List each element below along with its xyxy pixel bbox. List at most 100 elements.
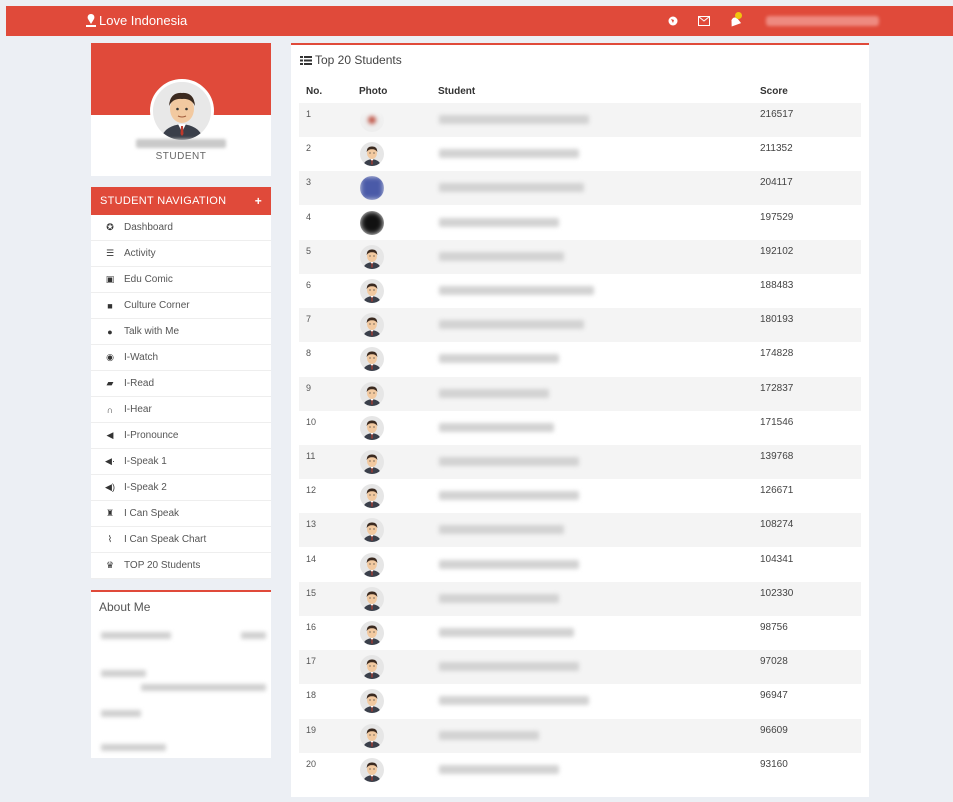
nav-item-label: I Can Speak — [124, 508, 180, 519]
profile-role: STUDENT — [155, 151, 207, 162]
student-photo — [360, 586, 384, 611]
rank-number: 18 — [306, 690, 317, 701]
nav-item[interactable]: ∩ I-Hear — [91, 397, 271, 423]
student-name-redacted — [439, 354, 559, 364]
student-photo — [360, 210, 384, 235]
student-name-redacted — [439, 115, 589, 124]
student-photo — [360, 450, 384, 474]
student-score: 171546 — [760, 416, 794, 428]
student-name-redacted — [439, 628, 574, 637]
dashboard-icon: ✪ — [106, 222, 114, 232]
nav-item[interactable]: ▣ Edu Comic — [91, 267, 271, 293]
picture-icon: ▣ — [105, 274, 115, 284]
panel-title-text: Top 20 Students — [315, 53, 402, 67]
student-name-redacted — [439, 730, 539, 740]
student-name-redacted — [439, 457, 579, 466]
user-menu[interactable] — [766, 16, 879, 26]
nav-item[interactable]: ⌇ I Can Speak Chart — [91, 527, 271, 553]
nav-item-label: Talk with Me — [124, 326, 180, 337]
nav-item-label: I Can Speak Chart — [124, 534, 207, 545]
student-photo — [360, 108, 384, 132]
nav-item[interactable]: ✪ Dashboard — [91, 215, 271, 241]
nav-item[interactable]: ♛ TOP 20 Students — [91, 553, 271, 579]
table-row: 18 96947 — [299, 684, 861, 718]
trophy-icon: ♜ — [105, 508, 115, 518]
rank-number: 16 — [306, 622, 317, 632]
student-photo — [360, 279, 384, 303]
about-redacted-line — [101, 632, 171, 639]
nav-item-label: Edu Comic — [124, 274, 173, 285]
rank-number: 15 — [306, 587, 317, 598]
student-photo — [360, 347, 384, 372]
rank-number: 13 — [306, 519, 317, 530]
nav-item[interactable]: ▰ I-Read — [91, 371, 271, 397]
table-row: 19 96609 — [299, 718, 861, 753]
student-score: 204117 — [760, 177, 793, 189]
nav-header[interactable]: STUDENT NAVIGATION + — [91, 187, 271, 215]
student-photo — [360, 313, 384, 338]
table-row: 1 216517 — [299, 103, 861, 137]
table-icon — [300, 55, 312, 65]
profile-card: STUDENT — [91, 43, 271, 176]
rank-number: 4 — [306, 211, 312, 222]
profile-avatar — [150, 79, 214, 143]
nav-item[interactable]: ♜ I Can Speak — [91, 501, 271, 527]
brand-name: Love Indonesia — [99, 13, 188, 28]
about-redacted-line — [101, 744, 166, 751]
nav-item-label: I-Hear — [124, 404, 152, 415]
nav-item[interactable]: ◀ I-Pronounce — [91, 423, 271, 449]
student-score: 192102 — [760, 245, 794, 257]
brand-link[interactable]: Love Indonesia — [86, 13, 187, 28]
student-score: 93160 — [760, 758, 788, 770]
nav-item[interactable]: ☰ Activity — [91, 241, 271, 267]
nav-item[interactable]: ◀) I-Speak 2 — [91, 475, 271, 501]
rank-number: 2 — [306, 143, 312, 154]
about-me-panel: About Me — [91, 590, 271, 758]
table-row: 13 108274 — [299, 513, 861, 548]
student-name-redacted — [439, 422, 554, 432]
nav-item[interactable]: ● Talk with Me — [91, 319, 271, 345]
trophy-icon: ♛ — [105, 560, 115, 570]
student-photo — [360, 244, 384, 269]
column-header-no: No. — [306, 86, 323, 97]
student-photo — [360, 723, 384, 748]
list-icon: ☰ — [105, 248, 115, 258]
rank-number: 12 — [306, 485, 317, 496]
speaker-high-icon: ◀) — [105, 482, 115, 492]
rank-number: 7 — [306, 314, 312, 325]
student-navigation: STUDENT NAVIGATION + ✪ Dashboard ☰ Activity… — [91, 187, 271, 579]
nav-list: ✪ Dashboard ☰ Activity ▣ Edu Comic ■ Culture Co… — [91, 215, 271, 579]
student-name-redacted — [439, 320, 584, 330]
rank-number: 5 — [306, 245, 312, 256]
rank-number: 10 — [306, 416, 317, 427]
mail-icon[interactable] — [697, 14, 711, 28]
top-students-panel: Top 20 Students No. Photo Student Score … — [291, 43, 869, 797]
student-score: 172837 — [760, 382, 794, 394]
globe-icon[interactable] — [666, 14, 680, 28]
student-score: 96947 — [760, 690, 788, 702]
nav-item-label: I-Read — [124, 378, 155, 389]
table-row: 5 192102 — [299, 239, 861, 274]
table-row: 8 174828 — [299, 342, 861, 376]
chat-icon: ● — [107, 326, 113, 337]
student-photo — [360, 142, 384, 167]
eye-icon: ◉ — [106, 352, 114, 362]
nav-item[interactable]: ◉ I-Watch — [91, 345, 271, 371]
table-row: 6 188483 — [299, 274, 861, 308]
rank-number: 19 — [306, 724, 317, 735]
table-row: 9 172837 — [299, 376, 861, 411]
nav-item[interactable]: ◀· I-Speak 1 — [91, 449, 271, 475]
about-redacted-line — [141, 684, 266, 691]
table-row: 7 180193 — [299, 308, 861, 343]
table-row: 2 211352 — [299, 137, 861, 171]
student-score: 96609 — [760, 724, 788, 736]
video-camera-icon: ■ — [107, 300, 113, 311]
student-name-redacted — [439, 251, 564, 261]
speaker-off-icon: ◀ — [106, 430, 114, 440]
expand-icon[interactable]: + — [255, 194, 262, 208]
bell-icon[interactable] — [728, 12, 742, 28]
student-photo — [360, 484, 384, 509]
table-row: 11 139768 — [299, 445, 861, 479]
student-name-redacted — [439, 149, 579, 159]
nav-item[interactable]: ■ Culture Corner — [91, 293, 271, 319]
